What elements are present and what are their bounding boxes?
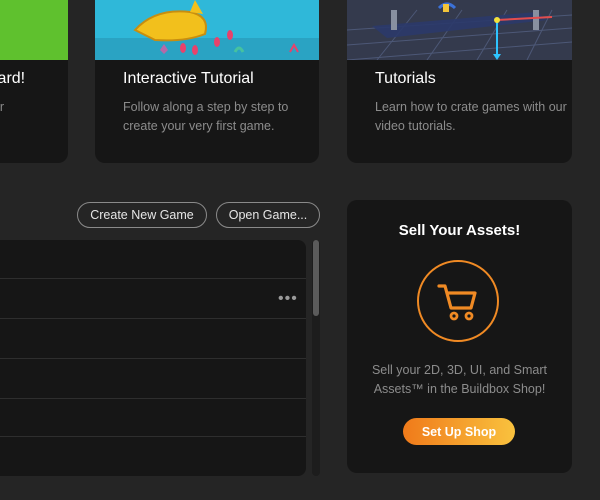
card-description: Learn how to crate games with our video … — [375, 100, 567, 133]
sell-description: Sell your 2D, 3D, UI, and Smart Assets™ … — [371, 363, 548, 396]
sell-assets-panel: Sell Your Assets! Sell your 2D, 3D, UI, … — [347, 200, 572, 473]
thumbnail-art — [347, 0, 572, 60]
wizard-thumbnail — [0, 0, 68, 60]
table-row-divider — [0, 318, 306, 319]
table-row-divider — [0, 398, 306, 399]
card-title: Tutorials — [375, 70, 436, 87]
sell-title: Sell Your Assets! — [398, 222, 521, 239]
thumbnail-art — [95, 0, 319, 60]
card-description: our — [0, 100, 5, 114]
card-description: Follow along a step by step to create yo… — [123, 100, 289, 133]
cart-icon-circle — [417, 260, 499, 342]
tutorials-thumbnail — [347, 0, 572, 60]
card-title: Interactive Tutorial — [123, 70, 254, 87]
more-icon[interactable]: ••• — [278, 290, 298, 308]
table-row-divider — [0, 358, 306, 359]
open-game-button[interactable]: Open Game... — [216, 202, 320, 228]
card-tutorials[interactable]: Tutorials Learn how to crate games with … — [347, 0, 572, 163]
table-row-divider — [0, 278, 306, 279]
create-new-game-button[interactable]: Create New Game — [77, 202, 207, 228]
card-title: izard! — [0, 70, 26, 87]
table-row-divider — [0, 436, 306, 437]
scrollbar-thumb[interactable] — [313, 240, 319, 316]
games-list — [0, 240, 306, 476]
card-wizard[interactable]: izard! our — [0, 0, 68, 163]
card-interactive-tutorial[interactable]: Interactive Tutorial Follow along a step… — [95, 0, 319, 163]
set-up-shop-button[interactable]: Set Up Shop — [403, 418, 515, 445]
cart-icon — [437, 284, 477, 321]
interactive-tutorial-thumbnail — [95, 0, 319, 60]
